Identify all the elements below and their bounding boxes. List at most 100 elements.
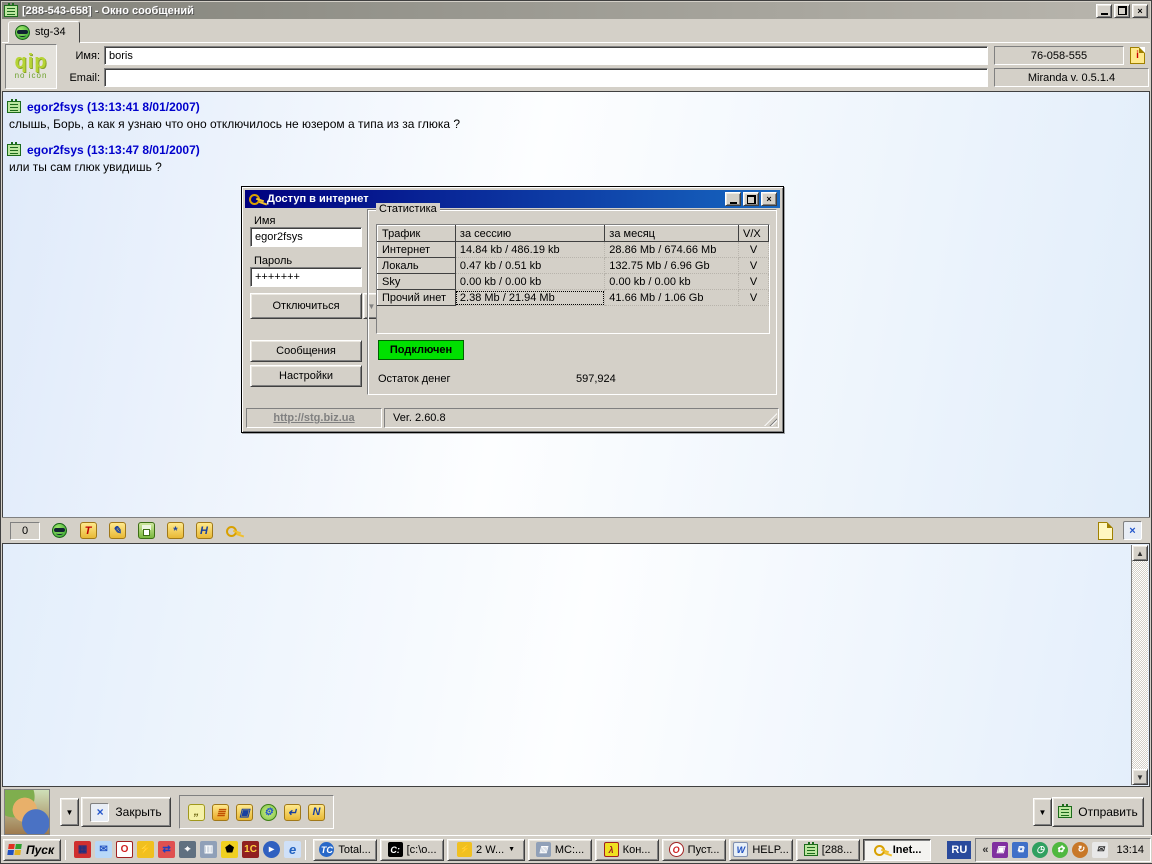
close-options-arrow[interactable]: ▼ [60,798,79,826]
dialog-close-button[interactable]: × [761,192,777,206]
winamp-icon: ⚡ [457,842,472,857]
quicklaunch-mediaplayer-icon[interactable]: ▸ [263,841,280,858]
quicklaunch-telescope-icon[interactable]: ⌖ [179,841,196,858]
stg-link[interactable]: http://stg.biz.ua [246,408,382,428]
login-field[interactable] [250,227,362,247]
info-icon[interactable]: i [1130,47,1145,64]
session-value: 0.47 kb / 0.51 kb [455,258,604,274]
close-tab-icon[interactable]: × [1123,521,1142,540]
insert-icon[interactable]: ▣ [236,804,253,821]
dialog-maximize-button[interactable] [743,192,759,206]
tray-network-icon[interactable]: ⧉ [1012,842,1028,858]
vx-toggle[interactable]: V [739,242,769,258]
scroll-up-button[interactable]: ▲ [1132,545,1148,561]
session-value: 0.00 kb / 0.00 kb [455,274,604,290]
table-row: Sky 0.00 kb / 0.00 kb 0.00 kb / 0.00 kb … [378,274,769,290]
new-message-icon[interactable] [1098,522,1113,540]
own-avatar-image[interactable] [4,789,50,835]
quicklaunch-sync-icon[interactable]: ⇄ [158,841,175,858]
vx-toggle[interactable]: V [739,290,769,306]
taskbar-button-inet[interactable]: Inet... [863,839,931,861]
language-indicator[interactable]: RU [947,841,971,859]
cmd-icon: C: [388,842,403,857]
scrollbar[interactable]: ▲ ▼ [1131,545,1148,785]
tab-stg-34[interactable]: stg-34 [8,21,80,43]
col-header-traffic[interactable]: Трафик [378,226,456,242]
send-options-arrow[interactable]: ▼ [1033,798,1052,826]
tray-qip-icon[interactable]: ▣ [992,842,1008,858]
font-button[interactable]: T [78,521,98,541]
message-toolbar: 0 T ✎ * H × [2,517,1150,543]
quicklaunch-opera-icon[interactable]: O [116,841,133,858]
month-value: 41.66 Mb / 1.06 Gb [605,290,739,306]
quick-actions-panel: „ ≣ ▣ ⚙ ↵ N [179,795,334,829]
tray-chevron-icon[interactable]: « [982,844,988,856]
col-header-session[interactable]: за сессию [455,226,604,242]
row-label: Интернет [378,242,456,258]
qip-logo: qip [15,53,48,71]
tray-mail-icon[interactable]: ✉ [1092,842,1108,858]
password-field[interactable] [250,267,362,287]
smileys-button[interactable] [49,521,69,541]
messages-button[interactable]: Сообщения [250,340,362,362]
taskbar-button-word[interactable]: W HELP... [729,839,793,861]
taskbar-button-cmd[interactable]: C: [c:\o... [380,839,444,861]
close-chat-button[interactable]: × Закрыть [81,797,171,827]
template-icon[interactable]: ≣ [212,804,229,821]
notes-icon[interactable]: N [308,804,325,821]
taskbar-button-messages[interactable]: [288... [796,839,860,861]
quicklaunch-winamp-icon[interactable]: ⚡ [137,841,154,858]
quicklaunch-ie-icon[interactable]: e [284,841,301,858]
tray-clock-icon[interactable]: ◷ [1032,842,1048,858]
tray-update-icon[interactable]: ↻ [1072,842,1088,858]
computer-icon: ▥ [536,842,551,857]
settings-button[interactable]: Настройки [250,365,362,387]
send-button[interactable]: Отправить [1052,797,1144,827]
quicklaunch-mail-icon[interactable]: ✉ [95,841,112,858]
smiley-icon [52,523,67,538]
system-tray: « ▣ ⧉ ◷ ✿ ↻ ✉ 13:14 [975,838,1151,862]
taskbar-button-opera[interactable]: O Пуст... [662,839,726,861]
tray-icq-flower-icon[interactable]: ✿ [1052,842,1068,858]
close-button[interactable]: × [1132,4,1148,18]
taskbar-button-total[interactable]: TC Total... [313,839,377,861]
month-value: 132.75 Mb / 6.96 Gb [605,258,739,274]
qip-no-icon-label: no icon [15,71,48,80]
table-row: Прочий инет 2.38 Mb / 21.94 Mb 41.66 Mb … [378,290,769,306]
email-field[interactable] [104,68,988,87]
taskbar-button-mc[interactable]: ▥ MC:... [528,839,592,861]
dialog-titlebar[interactable]: Доступ в интернет × [245,190,780,208]
session-value: 2.38 Mb / 21.94 Mb [455,290,604,306]
minimize-button[interactable] [1096,4,1112,18]
quicklaunch-save-icon[interactable]: ▦ [74,841,91,858]
taskbar-button-console[interactable]: λ Кон... [595,839,659,861]
quote-icon[interactable]: „ [188,804,205,821]
save-button[interactable] [136,521,156,541]
return-icon[interactable]: ↵ [284,804,301,821]
vx-toggle[interactable]: V [739,258,769,274]
quicklaunch-1c-icon[interactable]: 1С [242,841,259,858]
tools-icon[interactable]: ⚙ [260,804,277,821]
quicklaunch-remote-icon[interactable]: ▥ [200,841,217,858]
dialog-minimize-button[interactable] [725,192,741,206]
desktop: [288-543-658] - Окно сообщений × stg-34 … [0,0,1152,864]
access-button[interactable] [223,521,243,541]
message-text: слышь, Борь, а как я узнаю что оно отклю… [7,116,1145,137]
restore-button[interactable] [1114,4,1130,18]
start-button[interactable]: Пуск [3,839,61,861]
vx-toggle[interactable]: V [739,274,769,290]
quicklaunch-batman-icon[interactable]: ⬟ [221,841,238,858]
name-field[interactable] [104,46,988,65]
scroll-down-button[interactable]: ▼ [1132,769,1148,785]
contact-avatar: qip no icon [5,44,57,89]
col-header-month[interactable]: за месяц [605,226,739,242]
taskbar-button-winamp-group[interactable]: ⚡ 2 W... ▼ [447,839,525,861]
color-button[interactable]: ✎ [107,521,127,541]
history-button[interactable]: H [194,521,214,541]
special-chars-button[interactable]: * [165,521,185,541]
disconnect-button[interactable]: Отключиться [250,293,362,319]
row-label: Локаль [378,258,456,274]
col-header-vx[interactable]: V/X [739,226,769,242]
main-window-titlebar[interactable]: [288-543-658] - Окно сообщений × [2,2,1150,19]
message-input[interactable]: ▲ ▼ [2,543,1150,787]
